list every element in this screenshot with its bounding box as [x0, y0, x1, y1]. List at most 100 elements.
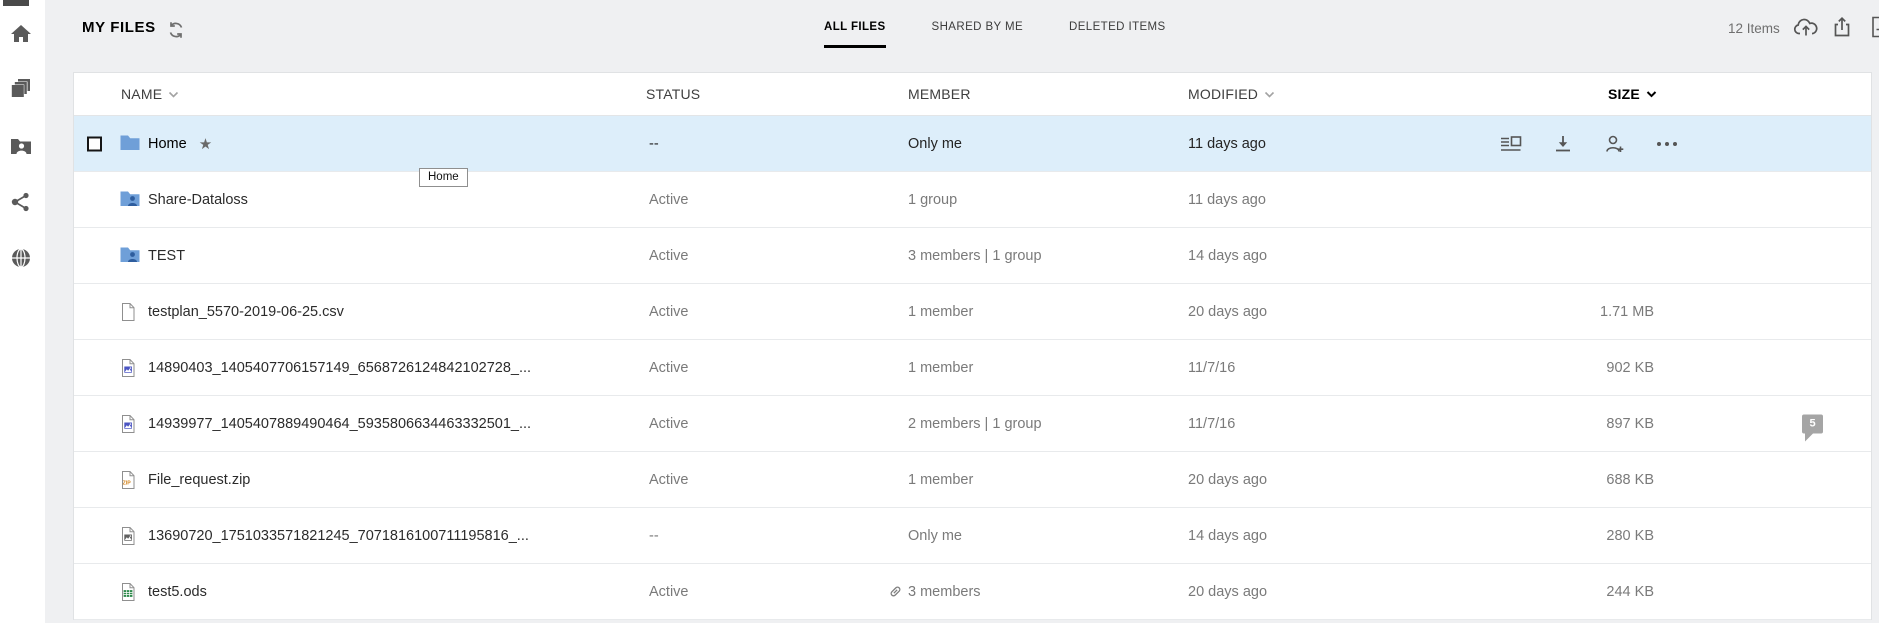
files-table: NAME STATUS MEMBER MODIFIED SIZE Home ★ …	[73, 72, 1872, 620]
comment-count-badge[interactable]: 5	[1802, 414, 1823, 433]
column-header-status[interactable]: STATUS	[646, 86, 700, 102]
add-user-icon[interactable]	[1603, 134, 1627, 154]
member-cell[interactable]: 2 members | 1 group	[908, 416, 1042, 432]
file-name[interactable]: TEST	[148, 248, 185, 264]
member-cell-text: 1 member	[908, 304, 973, 320]
sidebar-item-my-files[interactable]	[10, 77, 32, 99]
folder-shared-icon	[120, 190, 140, 209]
copies-icon	[10, 77, 32, 99]
member-cell[interactable]: 1 member	[908, 472, 973, 488]
tab-deleted-items[interactable]: DELETED ITEMS	[1069, 21, 1166, 48]
column-header-name-label: NAME	[121, 86, 162, 102]
table-row[interactable]: Share-Dataloss Active 1 group 11 days ag…	[74, 172, 1871, 228]
modified-cell: 11/7/16	[1188, 416, 1235, 432]
member-cell[interactable]: 1 member	[908, 304, 973, 320]
column-header-size[interactable]: SIZE	[1608, 86, 1657, 102]
more-icon[interactable]	[1655, 134, 1679, 154]
table-row[interactable]: 14890403_1405407706157149_65687261248421…	[74, 340, 1871, 396]
share-upload-icon[interactable]	[1831, 16, 1857, 40]
column-header-name[interactable]: NAME	[121, 86, 179, 102]
file-name[interactable]: 13690720_1751033571821245_70718161007111…	[148, 528, 529, 544]
file-spreadsheet-icon	[120, 582, 140, 601]
file-name[interactable]: Home	[148, 136, 187, 152]
file-name[interactable]: testplan_5570-2019-06-25.csv	[148, 304, 344, 320]
member-cell-text: Only me	[908, 528, 962, 544]
modified-cell: 11/7/16	[1188, 360, 1235, 376]
star-icon[interactable]: ★	[199, 135, 212, 153]
row-actions	[1499, 134, 1679, 154]
table-header-row: NAME STATUS MEMBER MODIFIED SIZE	[74, 73, 1871, 116]
status-cell: Active	[649, 192, 689, 208]
modified-cell: 11 days ago	[1188, 192, 1266, 208]
size-cell: 902 KB	[1454, 360, 1654, 376]
table-row[interactable]: 14939977_1405407889490464_59358066344633…	[74, 396, 1871, 452]
member-cell-text: 3 members | 1 group	[908, 248, 1042, 264]
modified-cell: 20 days ago	[1188, 304, 1267, 320]
size-cell: 280 KB	[1454, 528, 1654, 544]
size-cell: 1.71 MB	[1454, 304, 1654, 320]
table-row[interactable]: test5.ods Active 3 members 20 days ago 2…	[74, 564, 1871, 620]
status-cell: Active	[649, 360, 689, 376]
chevron-down-icon	[168, 91, 179, 98]
status-cell: --	[649, 528, 659, 544]
member-cell[interactable]: 1 member	[908, 360, 973, 376]
download-icon[interactable]	[1551, 134, 1575, 154]
view-tabs: ALL FILES SHARED BY ME DELETED ITEMS	[824, 21, 1166, 48]
file-add-icon[interactable]	[1869, 16, 1879, 40]
link-icon	[888, 584, 903, 599]
modified-cell: 20 days ago	[1188, 472, 1267, 488]
page-title: MY FILES	[82, 19, 156, 36]
refresh-icon[interactable]	[167, 21, 185, 39]
status-cell: Active	[649, 416, 689, 432]
member-cell-text: 1 member	[908, 360, 973, 376]
file-zip-icon: ZIP	[120, 470, 140, 489]
table-row[interactable]: Home ★ -- Only me 11 days ago	[74, 116, 1871, 172]
modified-cell: 14 days ago	[1188, 528, 1267, 544]
status-cell: Active	[649, 304, 689, 320]
table-row[interactable]: 13690720_1751033571821245_70718161007111…	[74, 508, 1871, 564]
file-image-icon	[120, 358, 140, 377]
chevron-down-icon	[1646, 90, 1657, 98]
items-count: 12 Items	[1728, 21, 1780, 36]
file-name[interactable]: File_request.zip	[148, 472, 250, 488]
file-name[interactable]: Share-Dataloss	[148, 192, 248, 208]
sidebar-item-public[interactable]	[10, 247, 32, 269]
column-header-member[interactable]: MEMBER	[908, 86, 971, 102]
chevron-down-icon	[1264, 91, 1275, 98]
member-cell[interactable]: 1 group	[908, 192, 957, 208]
sidebar-item-net-folders[interactable]	[10, 135, 32, 157]
header-actions	[1793, 16, 1879, 40]
folder-icon	[120, 134, 140, 153]
row-checkbox[interactable]	[87, 136, 102, 151]
sidebar-item-shared-items[interactable]	[10, 191, 32, 213]
member-cell-text: 2 members | 1 group	[908, 416, 1042, 432]
file-name[interactable]: 14939977_1405407889490464_59358066344633…	[148, 416, 531, 432]
left-sidebar	[0, 0, 45, 623]
size-cell: 897 KB	[1454, 416, 1654, 432]
svg-text:ZIP: ZIP	[123, 480, 132, 486]
member-cell-text: Only me	[908, 136, 962, 152]
file-name[interactable]: test5.ods	[148, 584, 207, 600]
tab-shared-by-me[interactable]: SHARED BY ME	[932, 21, 1024, 48]
member-cell[interactable]: 3 members | 1 group	[908, 248, 1042, 264]
sidebar-item-home[interactable]	[10, 23, 32, 45]
cloud-upload-icon[interactable]	[1793, 16, 1819, 40]
share-icon	[10, 191, 32, 213]
table-row[interactable]: ZIP File_request.zip Active 1 member 20 …	[74, 452, 1871, 508]
table-row[interactable]: testplan_5570-2019-06-25.csv Active 1 me…	[74, 284, 1871, 340]
member-cell[interactable]: 3 members	[908, 584, 981, 600]
member-cell[interactable]: Only me	[908, 136, 962, 152]
globe-icon	[10, 247, 32, 269]
member-cell-text: 1 group	[908, 192, 957, 208]
modified-cell: 20 days ago	[1188, 584, 1267, 600]
modified-cell: 14 days ago	[1188, 248, 1267, 264]
status-cell: Active	[649, 248, 689, 264]
tab-all-files[interactable]: ALL FILES	[824, 21, 886, 48]
file-icon	[120, 302, 140, 321]
table-row[interactable]: TEST Active 3 members | 1 group 14 days …	[74, 228, 1871, 284]
file-name[interactable]: 14890403_1405407706157149_65687261248421…	[148, 360, 531, 376]
column-header-modified[interactable]: MODIFIED	[1188, 86, 1275, 102]
folder-shared-icon	[120, 246, 140, 265]
member-cell[interactable]: Only me	[908, 528, 962, 544]
details-icon[interactable]	[1499, 134, 1523, 154]
